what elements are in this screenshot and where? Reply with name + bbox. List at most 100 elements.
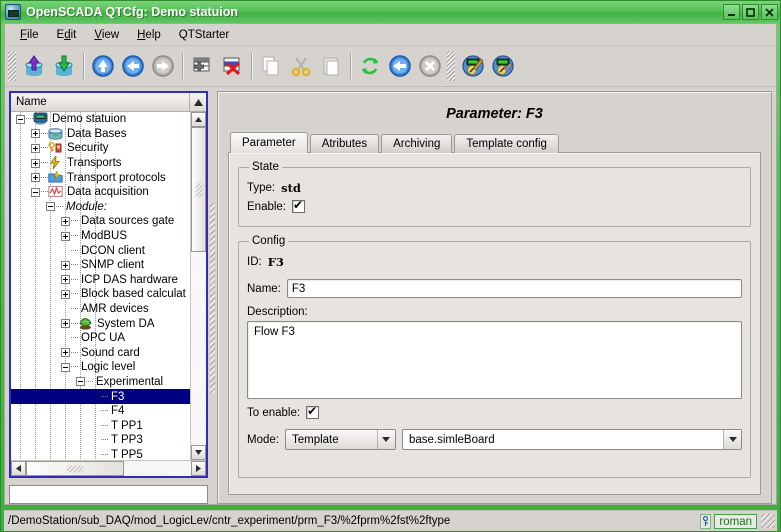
tree-indent (11, 287, 61, 302)
description-textarea[interactable]: Flow F3 (247, 321, 742, 399)
key-icon[interactable] (700, 514, 711, 529)
expand-icon[interactable] (61, 290, 70, 299)
tree-item-label: T PP1 (111, 420, 143, 432)
tree-item[interactable]: ModBUS (11, 229, 190, 244)
menu-help[interactable]: Help (128, 27, 170, 43)
tree-item[interactable]: Logic level (11, 360, 190, 375)
minimize-button[interactable] (723, 4, 740, 20)
go-forward-icon (148, 50, 178, 82)
tree-header-corner[interactable] (189, 93, 206, 111)
load-from-db-icon[interactable] (19, 50, 49, 82)
collapse-icon[interactable] (31, 188, 40, 197)
expand-icon[interactable] (61, 348, 70, 357)
scroll-track[interactable] (191, 127, 206, 445)
expand-icon[interactable] (61, 232, 70, 241)
tree-item[interactable]: SNMP client (11, 258, 190, 273)
tree-item[interactable]: Block based calculat (11, 287, 190, 302)
tab-archiving[interactable]: Archiving (381, 134, 452, 153)
maximize-button[interactable] (742, 4, 759, 20)
tree-item[interactable]: OPC UA (11, 331, 190, 346)
tree-indent (11, 316, 61, 331)
tree-item[interactable]: Transport protocols (11, 170, 190, 185)
go-back-icon[interactable] (118, 50, 148, 82)
tree-item[interactable]: Demo statuion (11, 112, 190, 127)
tree-item-label: DCON client (81, 245, 145, 257)
tree-item[interactable]: DCON client (11, 243, 190, 258)
tree-item[interactable]: F4 (11, 404, 190, 419)
menu-qtstarter[interactable]: QTStarter (170, 27, 238, 43)
collapse-icon[interactable] (16, 115, 25, 124)
scroll-left-icon[interactable] (11, 461, 26, 476)
tree-item[interactable]: T PP1 (11, 418, 190, 433)
tree-items[interactable]: Demo statuionData BasesSecurityTransport… (11, 112, 190, 460)
collapse-icon[interactable] (46, 202, 55, 211)
expand-icon[interactable] (61, 319, 70, 328)
tree-item[interactable]: T PP3 (11, 433, 190, 448)
enable-checkbox[interactable] (292, 200, 305, 213)
parameter-view: Parameter: F3 Parameter Atributes Archiv… (217, 91, 772, 504)
tree-connector (71, 293, 78, 295)
scroll-thumb[interactable] (191, 127, 206, 252)
mode-combobox[interactable]: Template (285, 429, 396, 450)
menu-view[interactable]: View (85, 27, 128, 43)
expand-icon[interactable] (61, 261, 70, 270)
tree-horizontal-scrollbar[interactable] (11, 460, 206, 476)
add-item-icon[interactable] (187, 50, 217, 82)
collapse-icon[interactable] (76, 377, 85, 386)
hscroll-track[interactable] (26, 461, 191, 476)
template-value[interactable]: base.simleBoard (403, 434, 723, 446)
template-combobox[interactable]: base.simleBoard (402, 429, 742, 450)
tree-column-name[interactable]: Name (11, 96, 189, 108)
tree-item-selected[interactable]: F3 (11, 389, 190, 404)
cut-icon[interactable] (286, 50, 316, 82)
scroll-up-icon[interactable] (191, 112, 206, 127)
tree-item[interactable]: System DA (11, 316, 190, 331)
menu-file[interactable]: FFileile (11, 27, 48, 43)
status-user[interactable]: roman (714, 514, 757, 529)
refresh-icon[interactable] (355, 50, 385, 82)
tab-parameter[interactable]: Parameter (230, 132, 308, 153)
tree-item[interactable]: Module: (11, 200, 190, 215)
save-to-db-icon[interactable] (49, 50, 79, 82)
application-window: OpenSCADA QTCfg: Demo statuion FFileile … (0, 0, 781, 532)
tree-vertical-scrollbar[interactable] (190, 112, 206, 460)
tree-item[interactable]: Data acquisition (11, 185, 190, 200)
tree-item[interactable]: Experimental (11, 375, 190, 390)
tree-connector (71, 352, 78, 354)
start-editor-icon[interactable] (458, 50, 488, 82)
panel-splitter[interactable] (208, 91, 217, 504)
collapse-icon[interactable] (61, 363, 70, 372)
scroll-down-icon[interactable] (191, 445, 206, 460)
to-enable-checkbox[interactable] (306, 406, 319, 419)
tab-template-config[interactable]: Template config (454, 134, 559, 153)
resize-grip[interactable] (761, 514, 775, 528)
delete-item-icon[interactable] (217, 50, 247, 82)
tree-item[interactable]: Data sources gate (11, 214, 190, 229)
tree-item[interactable]: AMR devices (11, 302, 190, 317)
expand-icon[interactable] (31, 159, 40, 168)
toolbar-grip-2[interactable] (447, 51, 455, 81)
expand-icon[interactable] (31, 173, 40, 182)
go-up-icon[interactable] (88, 50, 118, 82)
expand-icon[interactable] (61, 217, 70, 226)
filter-input[interactable] (9, 485, 208, 504)
tab-atributes[interactable]: Atributes (310, 134, 379, 153)
tree-item[interactable]: Security (11, 141, 190, 156)
name-input[interactable]: F3 (287, 279, 742, 298)
tree-item[interactable]: Transports (11, 156, 190, 171)
tree-item[interactable]: Sound card (11, 346, 190, 361)
expand-icon[interactable] (31, 129, 40, 138)
tree-item[interactable]: T PP5 (11, 448, 190, 460)
apply-icon[interactable] (385, 50, 415, 82)
hscroll-thumb[interactable] (26, 461, 124, 476)
tree-item[interactable]: ICP DAS hardware (11, 273, 190, 288)
toolbar-grip[interactable] (8, 51, 16, 81)
expand-icon[interactable] (61, 275, 70, 284)
scroll-right-icon[interactable] (191, 461, 206, 476)
expand-icon[interactable] (31, 144, 40, 153)
config-tool-icon[interactable] (488, 50, 518, 82)
tree-item[interactable]: Data Bases (11, 127, 190, 142)
chevron-down-icon (377, 430, 395, 449)
menu-edit[interactable]: Edit (48, 27, 86, 43)
close-button[interactable] (761, 4, 778, 20)
